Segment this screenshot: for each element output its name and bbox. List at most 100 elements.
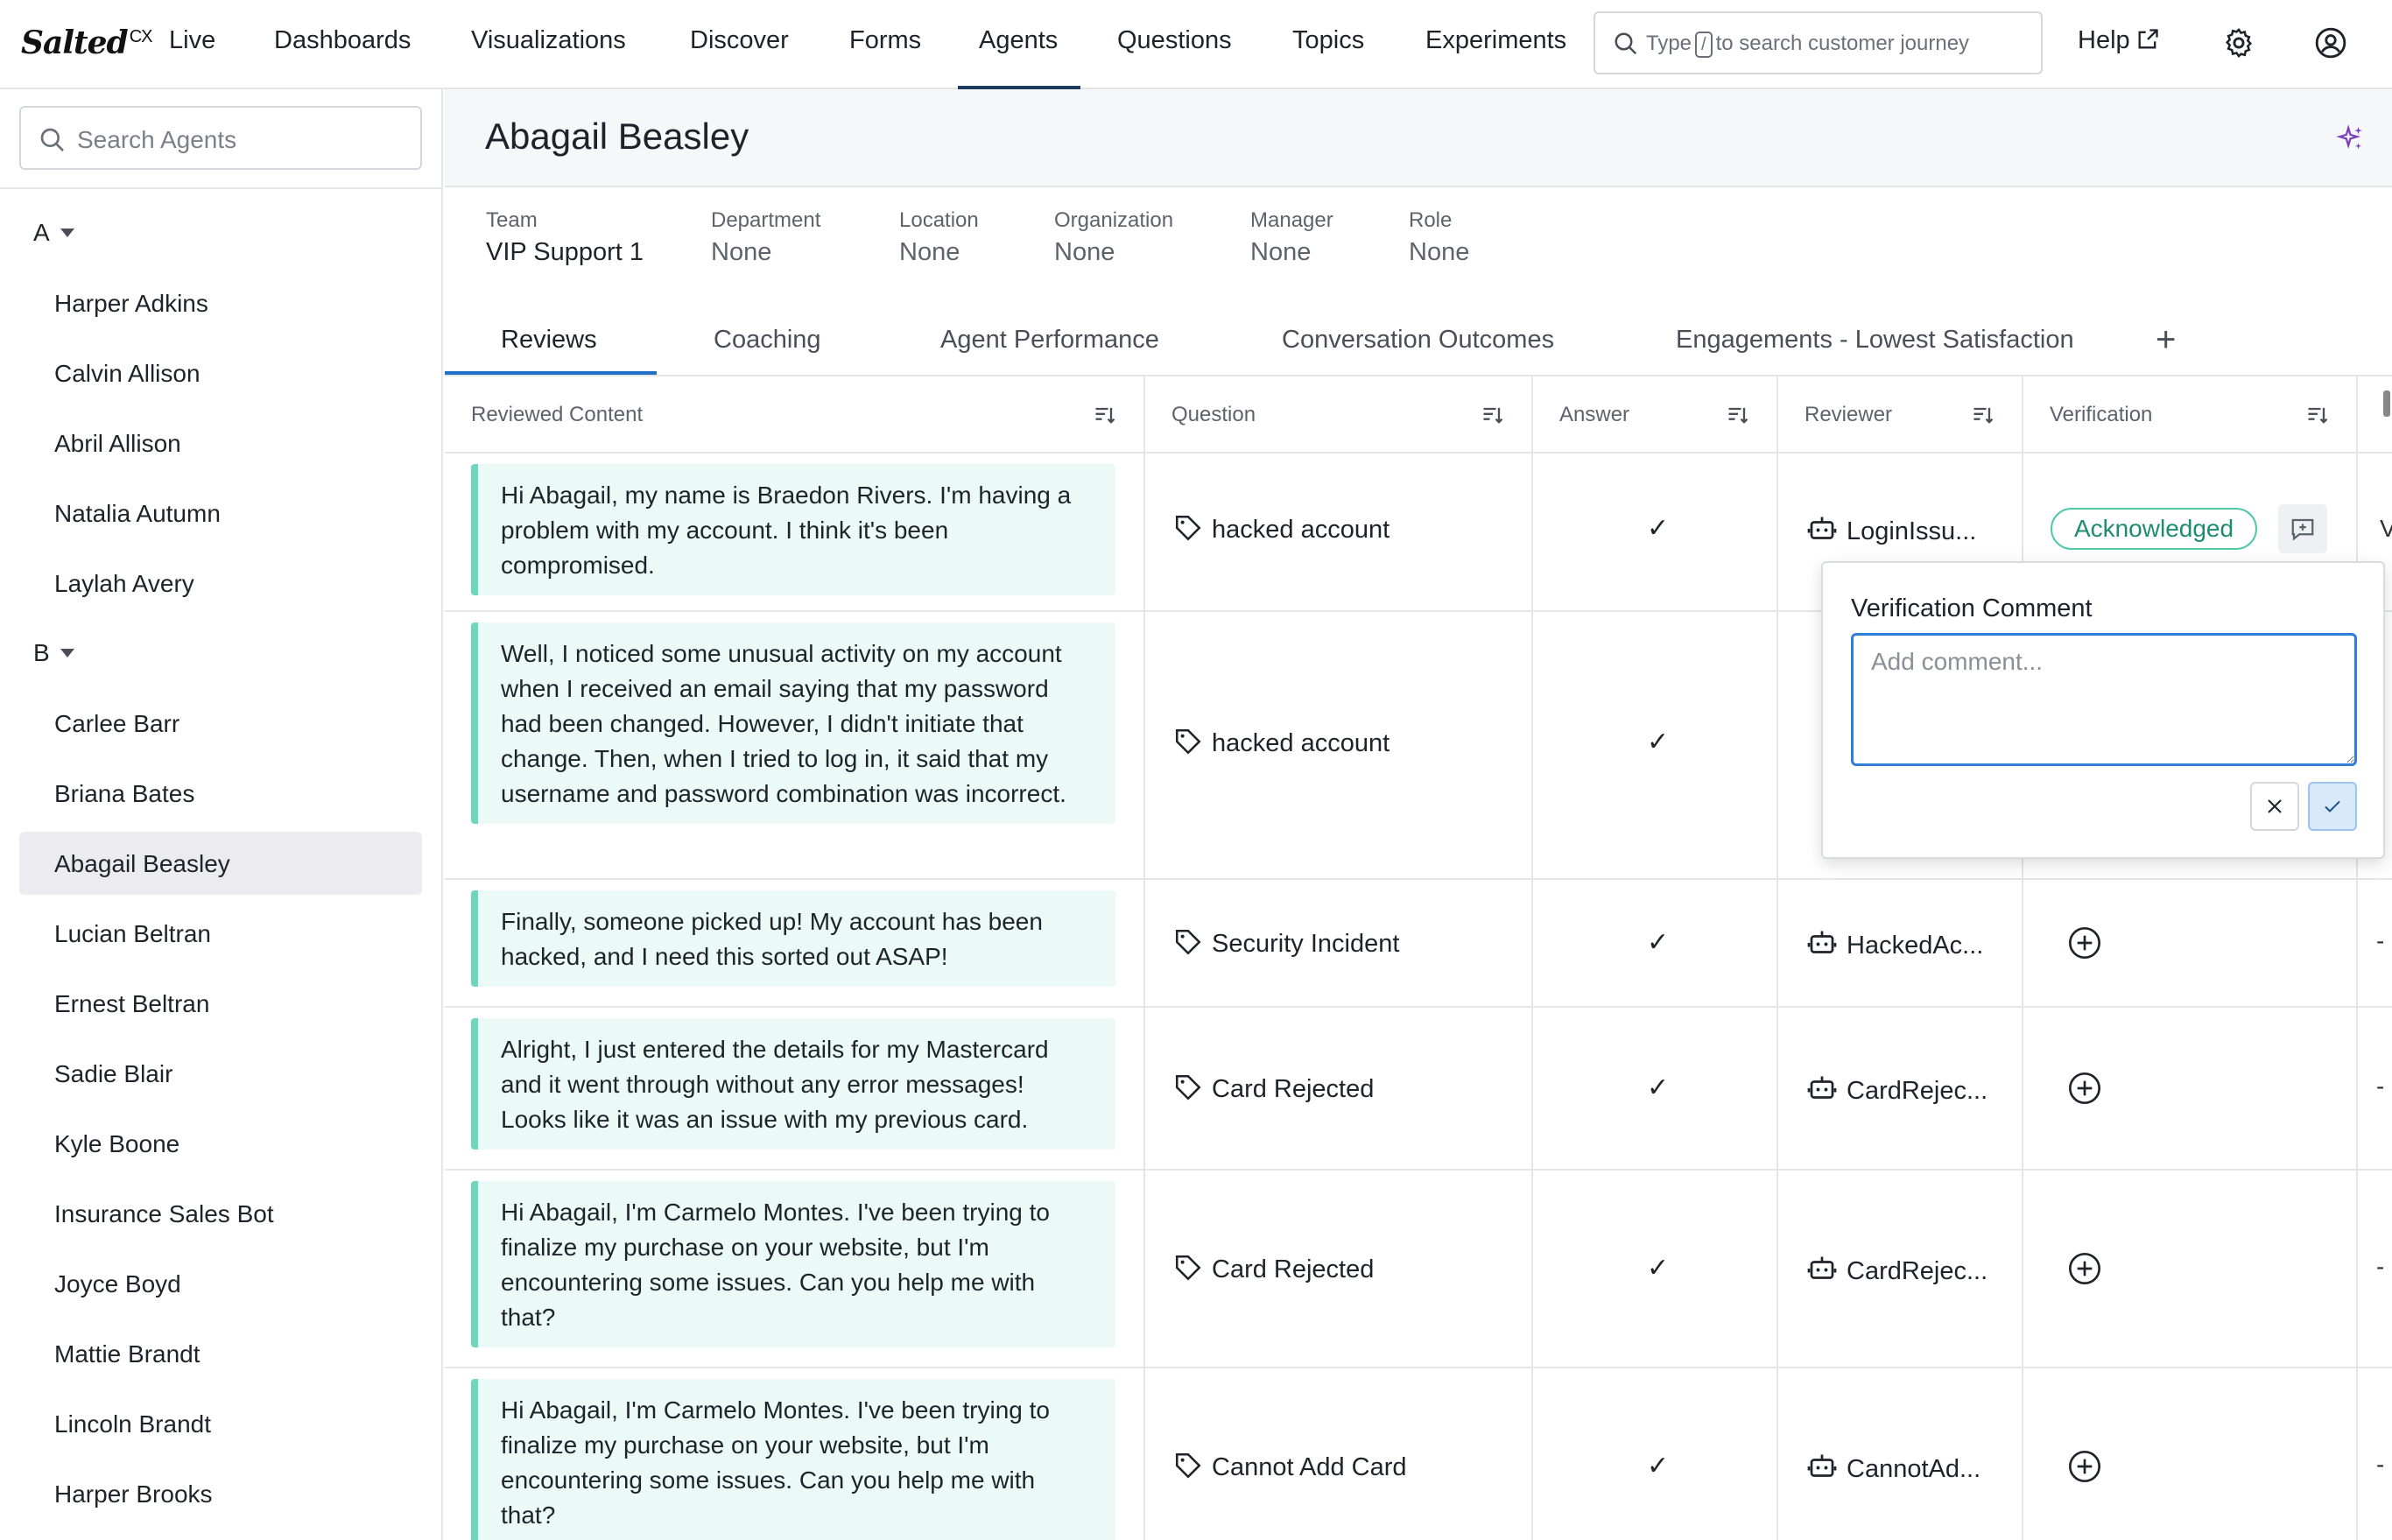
- user-circle-icon[interactable]: [2314, 26, 2347, 60]
- agent-item[interactable]: Natalia Autumn: [19, 482, 422, 545]
- agent-item[interactable]: Briana Bates: [19, 762, 422, 825]
- logo-superscript: CX: [129, 27, 153, 46]
- group-header-a[interactable]: A: [33, 219, 74, 247]
- verification-comment-button[interactable]: [2278, 504, 2327, 553]
- save-comment-button[interactable]: [2308, 782, 2357, 831]
- nav-questions[interactable]: Questions: [1117, 26, 1232, 89]
- cancel-comment-button[interactable]: [2250, 782, 2299, 831]
- external-link-icon: [2138, 29, 2158, 49]
- customer-journey-search[interactable]: Type / to search customer journey: [1593, 11, 2043, 74]
- agent-item[interactable]: Calvin Allison: [19, 341, 422, 404]
- agent-item[interactable]: Mattie Brandt: [19, 1322, 422, 1385]
- agent-item[interactable]: Abril Allison: [19, 411, 422, 475]
- reviewed-content-bubble[interactable]: Well, I noticed some unusual activity on…: [471, 622, 1115, 824]
- sparkle-icon[interactable]: [2336, 124, 2366, 154]
- tab-engagements-lowest-satisfaction[interactable]: Engagements - Lowest Satisfaction: [1676, 326, 2074, 355]
- group-header-b[interactable]: B: [33, 639, 74, 667]
- reviewed-content-bubble[interactable]: Hi Abagail, my name is Braedon Rivers. I…: [471, 464, 1115, 595]
- page-title: Abagail Beasley: [485, 116, 749, 157]
- add-verification-icon[interactable]: [2067, 1071, 2102, 1106]
- agent-item[interactable]: Ernest Beltran: [19, 972, 422, 1035]
- add-verification-icon[interactable]: [2067, 1251, 2102, 1286]
- nav-topics[interactable]: Topics: [1292, 26, 1364, 89]
- sort-icon: [1483, 407, 1503, 424]
- agent-item-selected[interactable]: Abagail Beasley: [19, 832, 422, 895]
- nav-forms[interactable]: Forms: [849, 26, 921, 89]
- reviewer-bot[interactable]: HackedAc...: [1806, 927, 1983, 960]
- agent-item[interactable]: Kyle Boone: [19, 1112, 422, 1175]
- add-tab-button[interactable]: +: [2156, 320, 2176, 360]
- check-icon: ✓: [1647, 1073, 1670, 1102]
- tab-reviews[interactable]: Reviews: [501, 326, 597, 355]
- table-row[interactable]: Alright, I just entered the details for …: [445, 1008, 2392, 1171]
- verification-comment-popover: Verification Comment: [1821, 561, 2385, 859]
- tab-conversation-outcomes[interactable]: Conversation Outcomes: [1282, 326, 1554, 355]
- horizontal-scroll-handle[interactable]: [2383, 390, 2390, 417]
- agent-item[interactable]: Joyce Boyd: [19, 1252, 422, 1315]
- search-icon: [1615, 32, 1637, 55]
- gear-icon[interactable]: [2222, 26, 2255, 60]
- search-hint: Type / to search customer journey: [1646, 32, 1969, 58]
- table-row[interactable]: Hi Abagail, I'm Carmelo Montes. I've bee…: [445, 1368, 2392, 1540]
- reviewed-content-bubble[interactable]: Alright, I just entered the details for …: [471, 1018, 1115, 1150]
- column-header-verification[interactable]: Verification: [2023, 376, 2358, 454]
- nav-visualizations[interactable]: Visualizations: [471, 26, 626, 89]
- agent-item[interactable]: Lucian Beltran: [19, 902, 422, 965]
- add-verification-icon[interactable]: [2067, 925, 2102, 960]
- question-tag[interactable]: hacked account: [1173, 513, 1389, 545]
- nav-discover[interactable]: Discover: [690, 26, 789, 89]
- app-logo[interactable]: Salted CX: [21, 25, 153, 61]
- question-tag[interactable]: Card Rejected: [1173, 1072, 1374, 1104]
- nav-dashboards[interactable]: Dashboards: [274, 26, 411, 89]
- column-header-question[interactable]: Question: [1145, 376, 1533, 454]
- agent-item[interactable]: Lincoln Brandt: [19, 1392, 422, 1455]
- question-tag[interactable]: hacked account: [1173, 727, 1389, 758]
- agent-item[interactable]: Carlee Barr: [19, 692, 422, 755]
- active-tab-indicator: [445, 371, 657, 375]
- add-verification-icon[interactable]: [2067, 1449, 2102, 1484]
- verification-comment-input[interactable]: [1851, 633, 2357, 766]
- table-row[interactable]: Finally, someone picked up! My account h…: [445, 880, 2392, 1008]
- column-header-reviewer[interactable]: Reviewer: [1778, 376, 2023, 454]
- reviewer-bot[interactable]: CardRejec...: [1806, 1253, 1987, 1286]
- search-icon: [40, 128, 64, 151]
- reviewed-content-bubble[interactable]: Finally, someone picked up! My account h…: [471, 890, 1115, 987]
- logo-text: Salted: [21, 25, 129, 61]
- tab-agent-performance[interactable]: Agent Performance: [940, 326, 1159, 355]
- help-link[interactable]: Help: [2078, 26, 2160, 55]
- agent-search-input[interactable]: Search Agents: [19, 106, 422, 170]
- tab-coaching[interactable]: Coaching: [714, 326, 821, 355]
- nav-live[interactable]: Live: [169, 26, 215, 89]
- agent-item[interactable]: Harper Adkins: [19, 271, 422, 334]
- table-row[interactable]: Hi Abagail, I'm Carmelo Montes. I've bee…: [445, 1171, 2392, 1368]
- reviewed-content-bubble[interactable]: Hi Abagail, I'm Carmelo Montes. I've bee…: [471, 1379, 1115, 1540]
- check-icon: ✓: [1647, 1452, 1670, 1480]
- robot-icon: [1807, 517, 1837, 539]
- agent-item[interactable]: Laylah Avery: [19, 552, 422, 615]
- robot-icon: [1807, 1076, 1837, 1099]
- tag-icon: [1175, 929, 1201, 955]
- column-header-answer[interactable]: Answer: [1533, 376, 1778, 454]
- sort-icon: [1973, 407, 1994, 424]
- reviewed-content-bubble[interactable]: Hi Abagail, I'm Carmelo Montes. I've bee…: [471, 1181, 1115, 1347]
- sort-icon: [1728, 407, 1748, 424]
- question-tag[interactable]: Security Incident: [1173, 927, 1399, 959]
- agent-tabs: Reviews Coaching Agent Performance Conve…: [445, 306, 2392, 376]
- column-header-reviewed-content[interactable]: Reviewed Content: [445, 376, 1145, 454]
- question-tag[interactable]: Card Rejected: [1173, 1253, 1374, 1284]
- agent-item[interactable]: Sadie Blair: [19, 1042, 422, 1105]
- reviewer-bot[interactable]: CannotAd...: [1806, 1451, 1980, 1484]
- tag-icon: [1175, 1255, 1201, 1281]
- agent-item[interactable]: Harper Brooks: [19, 1462, 422, 1525]
- tag-icon: [1175, 1452, 1201, 1479]
- agent-header: Abagail Beasley: [445, 89, 2392, 187]
- status-badge-acknowledged[interactable]: Acknowledged: [2051, 508, 2257, 550]
- nav-experiments[interactable]: Experiments: [1425, 26, 1566, 89]
- sidebar-divider: [0, 187, 443, 189]
- reviewer-bot[interactable]: CardRejec...: [1806, 1072, 1987, 1106]
- reviewer-bot[interactable]: LoginIssu...: [1806, 513, 1976, 546]
- nav-agents[interactable]: Agents: [957, 26, 1081, 89]
- agent-item[interactable]: Insurance Sales Bot: [19, 1182, 422, 1245]
- question-tag[interactable]: Cannot Add Card: [1173, 1451, 1406, 1482]
- close-icon: [2268, 799, 2282, 813]
